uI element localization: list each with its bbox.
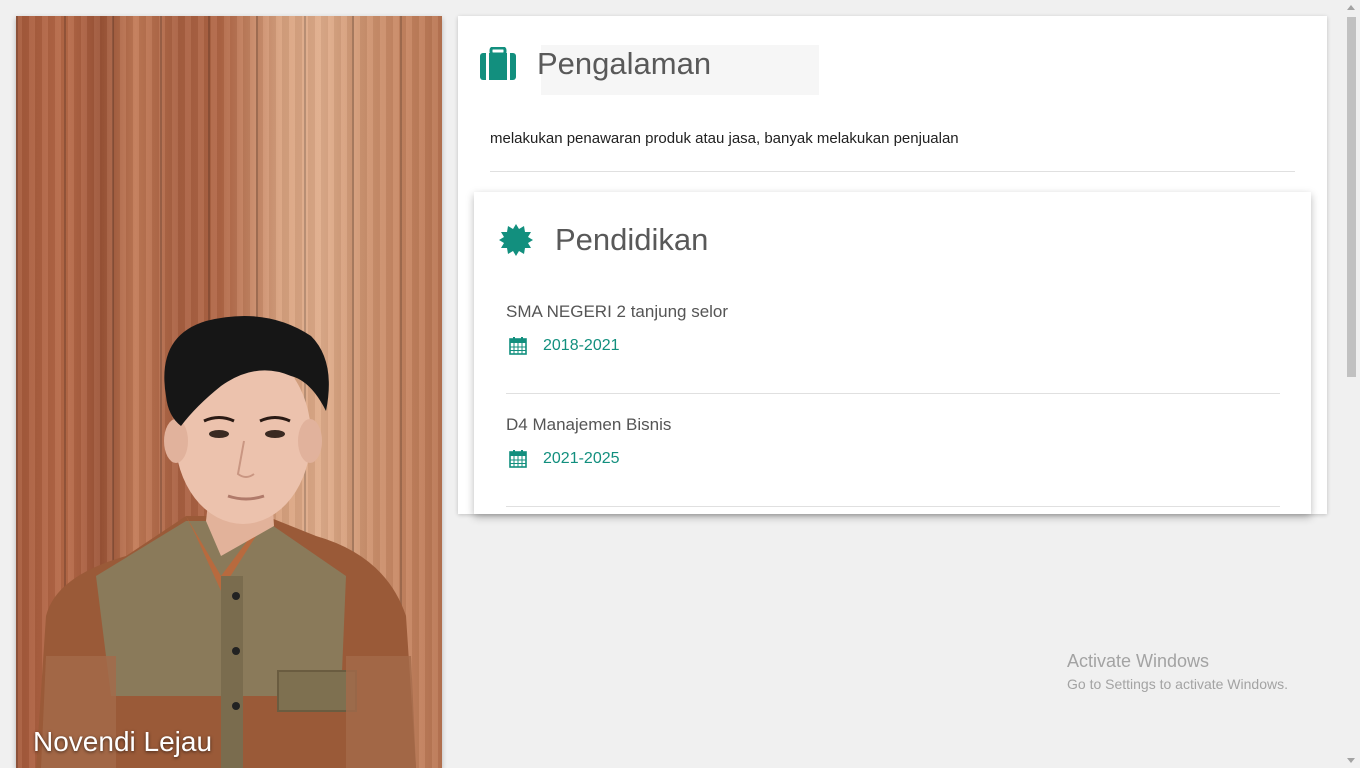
profile-photo <box>36 316 416 768</box>
education-school: D4 Manajemen Bisnis <box>506 415 672 434</box>
experience-description: melakukan penawaran produk atau jasa, ba… <box>490 130 959 147</box>
education-school: SMA NEGERI 2 tanjung selor <box>506 302 729 321</box>
education-years-row: 2021-2025 <box>506 450 620 468</box>
education-years-row: 2018-2021 <box>506 337 620 355</box>
watermark-subtitle: Go to Settings to activate Windows. <box>1067 676 1288 692</box>
calendar-icon <box>509 337 527 355</box>
watermark-title: Activate Windows <box>1067 651 1210 671</box>
education-title: Pendidikan <box>555 222 709 257</box>
scroll-thumb[interactable] <box>1347 17 1356 377</box>
activation-watermark: Activate Windows Go to Settings to activ… <box>1067 651 1288 692</box>
experience-header: Pengalaman <box>478 44 711 84</box>
briefcase-icon <box>478 44 518 84</box>
education-item: D4 Manajemen Bisnis 2021-2025 <box>506 395 1280 507</box>
vertical-scrollbar[interactable] <box>1343 0 1360 768</box>
education-list: SMA NEGERI 2 tanjung selor 2018-2021 D4 … <box>506 282 1280 508</box>
experience-title: Pengalaman <box>537 46 712 81</box>
scroll-down-icon[interactable] <box>1347 758 1355 763</box>
badge-icon <box>496 220 536 260</box>
education-header: Pendidikan <box>496 220 708 260</box>
calendar-icon <box>509 450 527 468</box>
education-card: Pendidikan SMA NEGERI 2 tanjung selor 20… <box>474 192 1311 514</box>
education-years: 2018-2021 <box>543 337 620 354</box>
page: Novendi Lejau Pengalaman melakukan penaw… <box>0 0 1360 768</box>
education-item: SMA NEGERI 2 tanjung selor 2018-2021 <box>506 282 1280 394</box>
profile-card: Novendi Lejau <box>16 16 442 768</box>
divider <box>490 171 1295 172</box>
education-years: 2021-2025 <box>543 450 620 467</box>
content-card: Pengalaman melakukan penawaran produk at… <box>458 16 1327 514</box>
profile-name: Novendi Lejau <box>33 726 213 757</box>
scroll-up-icon[interactable] <box>1347 5 1355 10</box>
